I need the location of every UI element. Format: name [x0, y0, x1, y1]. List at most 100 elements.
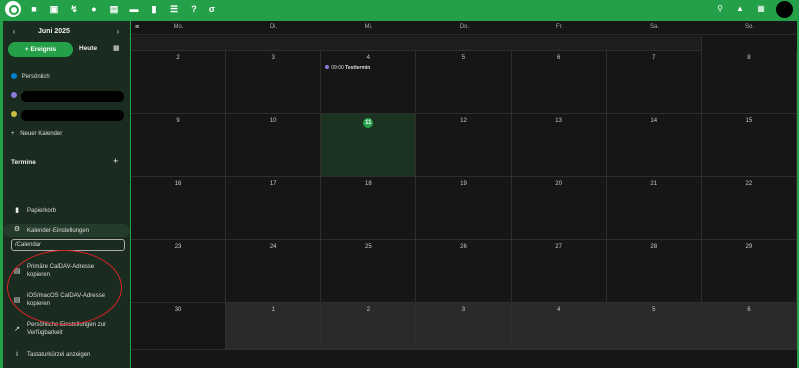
- day-number[interactable]: 2: [131, 55, 225, 61]
- day-number[interactable]: 30: [131, 307, 225, 313]
- day-number[interactable]: 12: [416, 118, 510, 124]
- keyboard-shortcuts-item[interactable]: i Tastaturkürzel anzeigen: [3, 351, 130, 361]
- day-cell[interactable]: 2: [321, 303, 417, 350]
- day-cell[interactable]: 23: [131, 240, 227, 303]
- new-calendar-button[interactable]: + Neuer Kalender: [11, 128, 62, 140]
- day-cell[interactable]: 6: [701, 303, 797, 350]
- day-cell[interactable]: 22: [701, 177, 797, 240]
- day-number[interactable]: 2: [321, 307, 415, 313]
- day-cell[interactable]: 2: [131, 51, 227, 114]
- day-number[interactable]: 4: [321, 55, 415, 61]
- day-number[interactable]: 7: [607, 55, 701, 61]
- day-cell[interactable]: 1: [226, 303, 322, 350]
- day-cell[interactable]: 18: [321, 177, 417, 240]
- day-cell[interactable]: 17: [226, 177, 322, 240]
- contacts-icon[interactable]: ●: [88, 3, 100, 15]
- day-cell[interactable]: 19: [416, 177, 512, 240]
- day-number[interactable]: 24: [226, 244, 320, 250]
- new-event-button[interactable]: + Ereignis: [8, 42, 73, 57]
- previous-month-button[interactable]: ‹: [9, 27, 19, 36]
- day-cell[interactable]: 6: [511, 51, 607, 114]
- day-cell[interactable]: 11: [321, 114, 417, 177]
- nextcloud-logo[interactable]: [5, 1, 21, 17]
- day-number[interactable]: 1: [226, 307, 320, 313]
- list-icon[interactable]: ☰: [168, 3, 180, 15]
- day-number[interactable]: 21: [607, 181, 701, 187]
- day-number[interactable]: 5: [607, 307, 701, 313]
- day-cell[interactable]: 13: [511, 114, 607, 177]
- day-cell[interactable]: 16: [131, 177, 227, 240]
- day-number[interactable]: 13: [512, 118, 606, 124]
- day-cell[interactable]: 20: [511, 177, 607, 240]
- day-number[interactable]: 17: [226, 181, 320, 187]
- day-cell[interactable]: 29: [701, 240, 797, 303]
- day-cell[interactable]: 4: [511, 303, 607, 350]
- day-number[interactable]: 26: [416, 244, 510, 250]
- day-number[interactable]: 4: [512, 307, 606, 313]
- day-cell[interactable]: 8: [701, 51, 797, 114]
- next-month-button[interactable]: ›: [113, 27, 123, 36]
- calendar-item-personal[interactable]: Persönlich: [11, 71, 50, 83]
- termine-section-title[interactable]: Termine: [11, 159, 36, 166]
- day-number[interactable]: 27: [512, 244, 606, 250]
- day-cell[interactable]: 25: [321, 240, 417, 303]
- day-number[interactable]: 14: [607, 118, 701, 124]
- trash-item[interactable]: ▮ Papierkorb: [3, 207, 130, 217]
- day-cell[interactable]: 9: [131, 114, 227, 177]
- today-badge[interactable]: 11: [363, 118, 374, 128]
- add-termin-icon[interactable]: +: [113, 156, 118, 166]
- day-number[interactable]: 23: [131, 244, 225, 250]
- calendar-item-redacted-1[interactable]: [11, 90, 20, 102]
- stats-icon[interactable]: ▮: [148, 3, 160, 15]
- day-number[interactable]: 3: [226, 55, 320, 61]
- day-cell[interactable]: 27: [511, 240, 607, 303]
- image-icon[interactable]: ▣: [48, 3, 60, 15]
- day-number[interactable]: 19: [416, 181, 510, 187]
- day-cell[interactable]: 21: [606, 177, 702, 240]
- bell-icon[interactable]: ▲: [734, 3, 746, 15]
- day-number[interactable]: 28: [607, 244, 701, 250]
- day-number[interactable]: 6: [512, 55, 606, 61]
- today-button[interactable]: Heute: [79, 45, 97, 52]
- contacts-menu-icon[interactable]: ▦: [755, 3, 767, 15]
- day-number[interactable]: 16: [131, 181, 225, 187]
- day-number[interactable]: 20: [512, 181, 606, 187]
- month-label[interactable]: Juni 2025: [38, 28, 70, 35]
- day-cell[interactable]: 26: [416, 240, 512, 303]
- help-icon[interactable]: ?: [188, 3, 200, 15]
- day-cell[interactable]: 4 09:00 Testtermin: [321, 51, 417, 114]
- day-cell[interactable]: 5: [606, 303, 702, 350]
- day-cell[interactable]: 15: [701, 114, 797, 177]
- day-number[interactable]: 11: [321, 118, 415, 128]
- day-number[interactable]: 18: [321, 181, 415, 187]
- day-number[interactable]: 6: [702, 307, 796, 313]
- day-number[interactable]: 29: [702, 244, 796, 250]
- day-number[interactable]: 8: [702, 55, 796, 61]
- day-number[interactable]: 5: [416, 55, 510, 61]
- view-switcher-icon[interactable]: ▦: [113, 44, 120, 52]
- calendar-item-redacted-2[interactable]: [11, 109, 20, 121]
- day-number[interactable]: 25: [321, 244, 415, 250]
- calendar-icon[interactable]: ▤: [108, 3, 120, 15]
- day-cell[interactable]: 5: [416, 51, 512, 114]
- day-cell[interactable]: 10: [226, 114, 322, 177]
- day-cell[interactable]: 14: [606, 114, 702, 177]
- day-cell[interactable]: 3: [226, 51, 322, 114]
- deck-icon[interactable]: ▬: [128, 3, 140, 15]
- search-icon[interactable]: ⚲: [714, 3, 726, 15]
- avatar[interactable]: [776, 1, 793, 18]
- day-cell[interactable]: 30: [131, 303, 227, 350]
- day-number[interactable]: 3: [416, 307, 510, 313]
- folder-icon[interactable]: ■: [28, 3, 40, 15]
- day-cell[interactable]: 28: [606, 240, 702, 303]
- activity-icon[interactable]: ↯: [68, 3, 80, 15]
- day-cell[interactable]: 12: [416, 114, 512, 177]
- event-testtermin[interactable]: 09:00 Testtermin: [325, 65, 370, 71]
- day-number[interactable]: 9: [131, 118, 225, 124]
- day-cell[interactable]: 7: [606, 51, 702, 114]
- settings-item[interactable]: ⚙ Kalender-Einstellungen: [3, 224, 130, 237]
- day-cell[interactable]: 3: [416, 303, 512, 350]
- day-number[interactable]: 10: [226, 118, 320, 124]
- day-number[interactable]: 15: [702, 118, 796, 124]
- day-cell[interactable]: 24: [226, 240, 322, 303]
